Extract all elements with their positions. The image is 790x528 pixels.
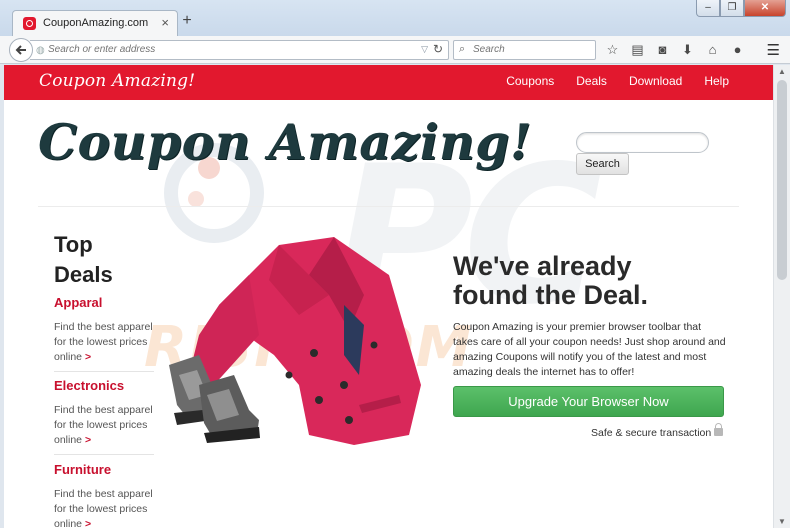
nav-download[interactable]: Download xyxy=(629,74,682,88)
hero-title: Coupon Amazing! xyxy=(38,113,532,171)
category-arrow-link[interactable]: > xyxy=(85,518,91,528)
nav-deals[interactable]: Deals xyxy=(576,74,607,88)
download-icon[interactable]: ⬇ xyxy=(675,40,700,60)
site-logo[interactable]: Coupon Amazing! xyxy=(39,71,195,91)
category-heading[interactable]: Furniture xyxy=(54,462,154,477)
category-arrow-link[interactable]: > xyxy=(85,351,91,363)
category-desc: Find the best apparel for the lowest pri… xyxy=(54,487,154,528)
top-deals-title: Top Deals xyxy=(54,230,134,290)
category-desc-line: online > xyxy=(54,517,154,528)
scroll-down-icon[interactable]: ▼ xyxy=(778,517,786,526)
tab-title: CouponAmazing.com xyxy=(43,17,149,29)
top-deals-line1: Top xyxy=(54,232,93,257)
site-search-field[interactable] xyxy=(576,132,709,153)
lock-icon xyxy=(714,423,723,436)
category-desc: Find the best apparel for the lowest pri… xyxy=(54,403,154,448)
site-search-input[interactable] xyxy=(586,138,701,149)
jacket-and-boots-image xyxy=(169,237,421,445)
category-desc-line: for the lowest prices xyxy=(54,336,148,348)
minimize-button[interactable]: – xyxy=(696,0,720,17)
site-header: Coupon Amazing! Coupons Deals Download H… xyxy=(4,65,773,100)
tab-close-icon[interactable]: × xyxy=(161,15,169,30)
site-search-button[interactable]: Search xyxy=(576,153,629,175)
top-deals-line2: Deals xyxy=(54,262,113,287)
home-icon[interactable]: ⌂ xyxy=(700,40,725,60)
category-arrow-link[interactable]: > xyxy=(85,434,91,446)
upgrade-browser-button[interactable]: Upgrade Your Browser Now xyxy=(453,386,724,417)
category-desc-line: Find the best apparel xyxy=(54,404,153,416)
category-desc-line: online > xyxy=(54,350,154,365)
category-heading[interactable]: Apparal xyxy=(54,295,154,310)
category-desc-line: Find the best apparel xyxy=(54,488,153,500)
back-button[interactable] xyxy=(9,38,33,62)
watermark-dot xyxy=(188,191,204,207)
close-window-button[interactable]: ✕ xyxy=(744,0,786,17)
category-desc-text: online xyxy=(54,434,83,446)
scroll-up-icon[interactable]: ▲ xyxy=(778,67,786,76)
site-nav: Coupons Deals Download Help xyxy=(506,74,729,88)
category-desc-line: Find the best apparel xyxy=(54,321,153,333)
search-icon: ⌕ xyxy=(459,43,466,55)
reload-icon[interactable]: ↻ xyxy=(433,42,443,56)
secure-transaction-note: Safe & secure transaction xyxy=(591,427,712,439)
main-description: Coupon Amazing is your premier browser t… xyxy=(453,321,726,378)
history-dropdown-icon[interactable]: ▽ xyxy=(421,44,428,55)
browser-titlebar: CouponAmazing.com × + – ❐ ✕ xyxy=(0,0,790,37)
reading-list-icon[interactable]: ▤ xyxy=(625,40,650,60)
toolbar-icons: ☆ ▤ ◙ ⬇ ⌂ ● xyxy=(600,40,750,60)
category-desc-line: for the lowest prices xyxy=(54,419,148,431)
headline-line2: found the Deal. xyxy=(453,280,648,310)
hamburger-menu-icon[interactable]: ☰ xyxy=(767,41,780,59)
search-input[interactable] xyxy=(473,44,588,55)
address-bar[interactable]: ◍ ▽ ↻ xyxy=(30,40,449,60)
category-desc: Find the best apparel for the lowest pri… xyxy=(54,320,154,365)
maximize-button[interactable]: ❐ xyxy=(720,0,744,17)
category-desc-text: online xyxy=(54,518,83,528)
headline-line1: We've already xyxy=(453,251,632,281)
header-divider xyxy=(38,206,739,207)
page-scrollbar[interactable]: ▲ ▼ xyxy=(773,65,790,528)
main-headline: We've already found the Deal. xyxy=(453,252,753,310)
search-bar[interactable]: ⌕ xyxy=(453,40,596,60)
category-separator xyxy=(54,454,154,455)
pocket-icon[interactable]: ◙ xyxy=(650,40,675,60)
nav-coupons[interactable]: Coupons xyxy=(506,74,554,88)
category-heading[interactable]: Electronics xyxy=(54,378,154,393)
browser-tab[interactable]: CouponAmazing.com × xyxy=(12,10,178,37)
category-desc-line: online > xyxy=(54,433,154,448)
window-controls: – ❐ ✕ xyxy=(696,0,786,17)
category-separator xyxy=(54,371,154,372)
chat-icon[interactable]: ● xyxy=(725,40,750,60)
nav-help[interactable]: Help xyxy=(704,74,729,88)
deal-category-electronics: Electronics Find the best apparel for th… xyxy=(54,378,154,455)
deal-category-apparal: Apparal Find the best apparel for the lo… xyxy=(54,295,154,372)
navigation-toolbar: ◍ ▽ ↻ ⌕ ☆ ▤ ◙ ⬇ ⌂ ● ☰ xyxy=(0,36,790,64)
globe-icon: ◍ xyxy=(36,45,45,56)
deal-category-furniture: Furniture Find the best apparel for the … xyxy=(54,462,154,528)
new-tab-button[interactable]: + xyxy=(179,12,195,30)
address-input[interactable] xyxy=(48,44,408,55)
back-arrow-icon xyxy=(15,45,26,55)
category-desc-line: for the lowest prices xyxy=(54,503,148,515)
page-viewport: PC RISK.COM Coupon Amazing! Coupons Deal… xyxy=(4,65,773,528)
category-desc-text: online xyxy=(54,351,83,363)
bookmark-star-icon[interactable]: ☆ xyxy=(600,40,625,60)
favicon-icon xyxy=(23,17,36,30)
scrollbar-thumb[interactable] xyxy=(777,80,787,280)
